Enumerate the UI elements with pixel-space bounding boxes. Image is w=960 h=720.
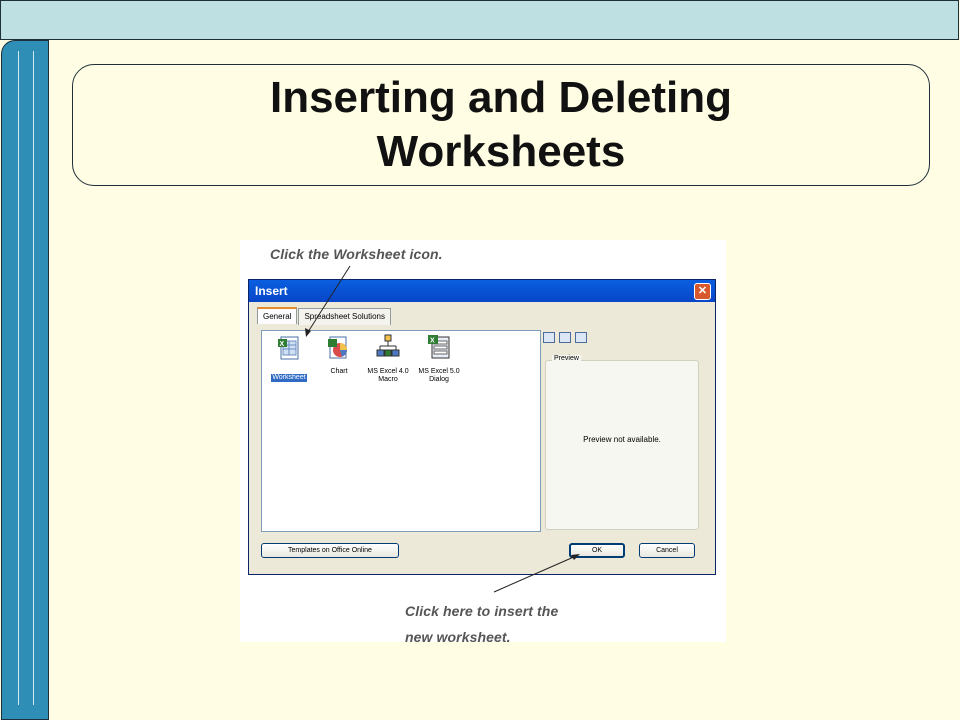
- slide-title: Inserting and Deleting Worksheets: [270, 71, 732, 179]
- chart-icon: [328, 336, 347, 359]
- dialog-sheet-icon: X: [428, 335, 450, 359]
- cancel-button[interactable]: Cancel: [639, 543, 695, 558]
- templates-online-button[interactable]: Templates on Office Online: [261, 543, 399, 558]
- list-item-macro[interactable]: MS Excel 4.0 Macro: [363, 333, 413, 384]
- list-item-label: MS Excel 5.0 Dialog: [418, 368, 460, 383]
- list-item-chart[interactable]: Chart: [314, 335, 364, 376]
- slide-title-line2: Worksheets: [376, 127, 626, 176]
- svg-text:X: X: [430, 338, 435, 345]
- dialog-titlebar[interactable]: Insert ✕: [249, 280, 715, 302]
- template-list: X Worksheet Chart MS Excel 4.0 Macro X M…: [261, 330, 541, 532]
- svg-text:X: X: [280, 341, 285, 348]
- left-decor-bar: [1, 40, 49, 720]
- view-buttons: [543, 332, 587, 343]
- list-item-label: Worksheet: [271, 374, 307, 382]
- list-item-label: MS Excel 4.0 Macro: [367, 368, 409, 383]
- caption-bottom-line1: Click here to insert the: [405, 603, 559, 619]
- list-view-icon[interactable]: [559, 332, 571, 343]
- insert-dialog: Insert ✕ General Spreadsheet Solutions X…: [248, 279, 716, 575]
- details-view-icon[interactable]: [575, 332, 587, 343]
- tab-general[interactable]: General: [257, 307, 298, 324]
- slide-title-line1: Inserting and Deleting: [269, 73, 733, 122]
- tab-spreadsheet-solutions[interactable]: Spreadsheet Solutions: [298, 308, 391, 325]
- dialog-tabs: General Spreadsheet Solutions: [257, 307, 392, 325]
- embedded-screenshot: Click the Worksheet icon. Insert ✕ Gener…: [240, 240, 726, 645]
- slide-title-box: Inserting and Deleting Worksheets: [72, 64, 930, 186]
- preview-message: Preview not available.: [583, 435, 661, 444]
- caption-top: Click the Worksheet icon.: [270, 246, 443, 262]
- preview-panel: Preview Preview not available.: [545, 355, 699, 530]
- caption-bottom-line2: new worksheet.: [405, 629, 511, 645]
- top-decor-bar: [0, 0, 959, 40]
- worksheet-icon: X: [278, 336, 299, 360]
- list-item-worksheet[interactable]: X Worksheet: [264, 335, 314, 384]
- macro-icon: [376, 334, 400, 357]
- left-bar-line: [18, 51, 19, 705]
- close-icon[interactable]: ✕: [694, 282, 711, 300]
- dialog-title: Insert: [255, 284, 288, 298]
- caption-bottom: Click here to insert the new worksheet.: [405, 598, 558, 650]
- left-bar-line: [33, 51, 34, 705]
- preview-legend: Preview: [552, 355, 581, 362]
- ok-button[interactable]: OK: [569, 543, 625, 558]
- list-item-label: Chart: [330, 368, 348, 375]
- large-icons-icon[interactable]: [543, 332, 555, 343]
- list-item-dialog-sheet[interactable]: X MS Excel 5.0 Dialog: [414, 333, 464, 384]
